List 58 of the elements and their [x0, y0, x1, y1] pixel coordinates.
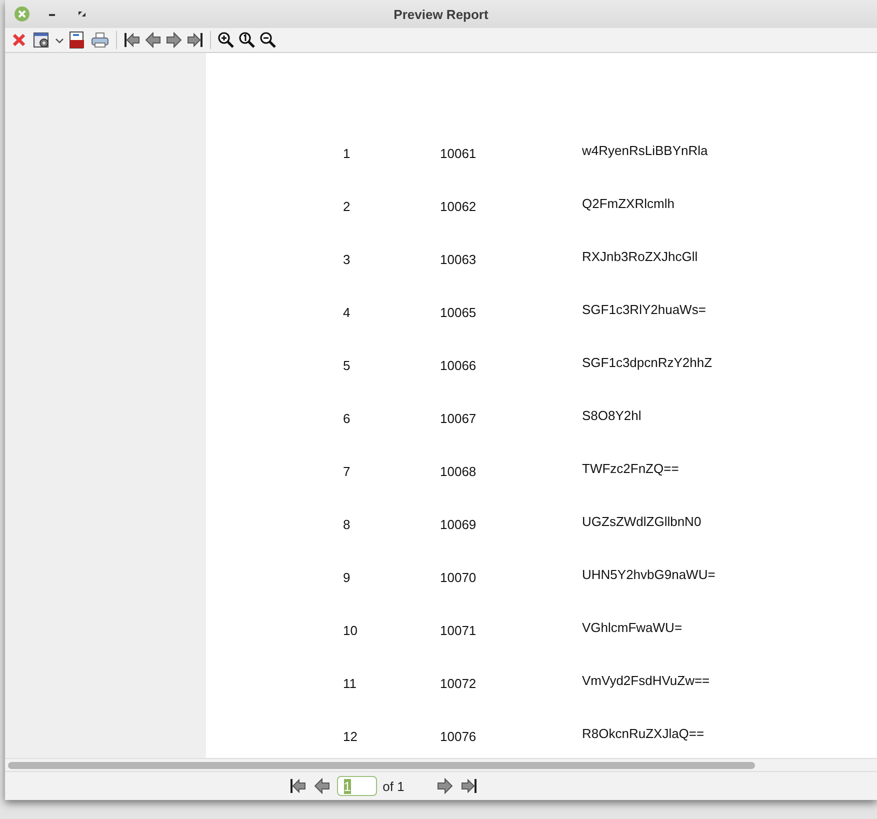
next-page-icon[interactable] — [436, 777, 454, 795]
close-icon — [11, 32, 27, 48]
code-cell-text: TWFzc2FnZQ== — [582, 460, 680, 476]
first-page-icon[interactable] — [123, 31, 141, 49]
code-cell-text: UHN5Y2hvbG9naWU= — [582, 566, 716, 582]
next-page-icon[interactable] — [165, 31, 183, 49]
zoom-out-icon[interactable] — [259, 31, 277, 49]
id-cell-text: 10076 — [440, 728, 478, 744]
row-number: 6 — [343, 410, 352, 426]
row-number: 9 — [343, 569, 352, 585]
last-page-icon[interactable] — [186, 31, 204, 49]
row-number: 4 — [343, 304, 352, 320]
code-cell-text: R8OkcnRuZXJlaQ== — [582, 725, 706, 741]
settings-icon — [33, 31, 51, 49]
window-title: Preview Report — [394, 6, 488, 22]
first-page-icon[interactable] — [288, 777, 307, 795]
printer-icon — [91, 31, 109, 49]
code-cell-text: Q2FmZXRlcmlh — [582, 195, 676, 211]
page-count: of 1 — [382, 778, 404, 794]
id-cell-text: 10063 — [440, 251, 478, 267]
code-cell-text: UGZsZWdlZGllbnN0 — [582, 513, 702, 529]
id-cell-text: 10069 — [440, 516, 478, 532]
row-number: 2 — [343, 198, 352, 214]
id-cell-text: 10072 — [440, 675, 478, 691]
id-cell-text: 10061 — [440, 145, 478, 161]
zoom-in-icon[interactable] — [217, 31, 235, 49]
row-number: 1 — [343, 145, 352, 161]
id-cell-text: 10066 — [440, 357, 478, 373]
code-cell-text: S8O8Y2hl — [582, 407, 642, 423]
previous-page-icon[interactable] — [312, 777, 331, 795]
row-number: 11 — [343, 675, 358, 691]
row-number: 3 — [343, 251, 352, 267]
pdf-button[interactable] — [67, 30, 87, 50]
row-number: 8 — [343, 516, 352, 532]
code-cell-text: VGhlcmFwaWU= — [582, 619, 684, 635]
id-cell-text: 10068 — [440, 463, 478, 479]
row-number: 7 — [343, 463, 352, 479]
print-button[interactable] — [90, 30, 110, 50]
caret-icon[interactable] — [55, 36, 64, 44]
scrollbar-thumb[interactable] — [8, 762, 755, 768]
row-number: 10 — [343, 622, 358, 638]
code-cell-text: SGF1c3RlY2huaWs= — [582, 301, 707, 317]
pdf-icon — [68, 31, 86, 49]
page-number-field[interactable]: 1 — [336, 776, 377, 796]
last-page-icon[interactable] — [460, 777, 478, 795]
id-cell-text: 10065 — [440, 304, 478, 320]
id-cell-text: 10071 — [440, 622, 478, 638]
code-cell-text: w4RyenRsLiBBYnRla — [582, 142, 709, 158]
row-number: 5 — [343, 357, 352, 373]
row-number: 12 — [343, 728, 358, 744]
code-cell-text: SGF1c3dpcnRzY2hhZ — [582, 354, 714, 370]
actual-size-icon[interactable] — [238, 31, 256, 49]
code-cell-text: RXJnb3RoZXJhcGll — [582, 248, 699, 264]
code-cell-text: VmVyd2FsdHVuZw== — [582, 672, 711, 688]
id-cell-text: 10067 — [440, 410, 478, 426]
previous-page-icon[interactable] — [144, 31, 162, 49]
id-cell-text: 10062 — [440, 198, 478, 214]
id-cell-text: 10070 — [440, 569, 478, 585]
